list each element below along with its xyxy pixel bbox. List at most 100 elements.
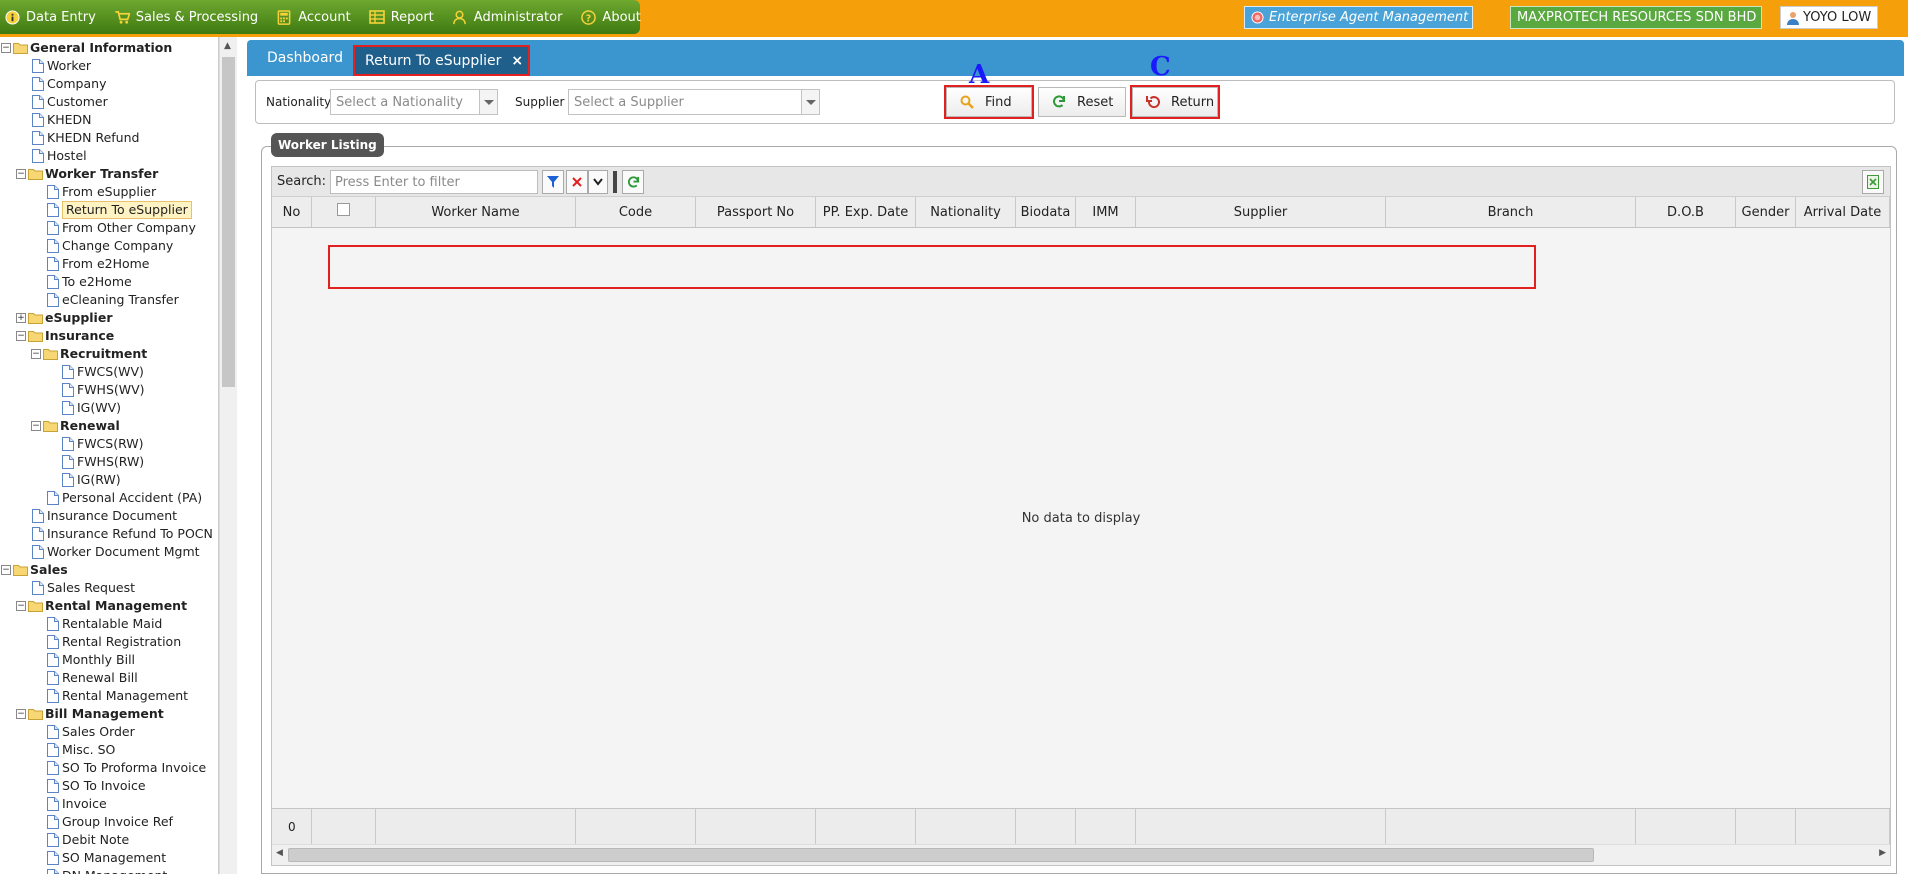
select-all-checkbox[interactable] — [337, 203, 350, 216]
tree-item-esupplier[interactable]: + eSupplier — [0, 309, 218, 327]
tree-item-worker[interactable]: Worker — [0, 57, 218, 75]
filter-icon[interactable] — [542, 170, 564, 194]
column-header[interactable]: Code — [576, 197, 696, 227]
expand-icon[interactable]: + — [16, 313, 26, 323]
tree-item-ecleaning-transfer[interactable]: eCleaning Transfer — [0, 291, 218, 309]
nationality-select[interactable]: Select a Nationality — [330, 89, 498, 115]
tree-item-return-to-esupplier[interactable]: Return To eSupplier — [0, 201, 218, 219]
tree-item-khedn-refund[interactable]: KHEDN Refund — [0, 129, 218, 147]
column-header[interactable]: Arrival Date — [1796, 197, 1890, 227]
column-header[interactable]: Gender — [1736, 197, 1796, 227]
tree-item-recruitment[interactable]: − Recruitment — [0, 345, 218, 363]
tree-item-sales-request[interactable]: Sales Request — [0, 579, 218, 597]
tree-item-worker-transfer[interactable]: − Worker Transfer — [0, 165, 218, 183]
tree-item-insurance-document[interactable]: Insurance Document — [0, 507, 218, 525]
tree-item-ig-wv[interactable]: IG(WV) — [0, 399, 218, 417]
tree-item-fwcs-wv[interactable]: FWCS(WV) — [0, 363, 218, 381]
tree-item-misc-so[interactable]: Misc. SO — [0, 741, 218, 759]
collapse-icon[interactable]: − — [31, 349, 41, 359]
tab-return-to-esupplier[interactable]: Return To eSupplier × — [353, 45, 530, 76]
column-header[interactable]: Nationality — [916, 197, 1016, 227]
column-header[interactable]: IMM — [1076, 197, 1136, 227]
tree-item-rental-registration[interactable]: Rental Registration — [0, 633, 218, 651]
menu-about[interactable]: ? About — [580, 9, 641, 25]
select-all-checkbox-column[interactable] — [312, 197, 376, 227]
user-badge[interactable]: YOYO LOW — [1780, 6, 1878, 29]
tree-item-monthly-bill[interactable]: Monthly Bill — [0, 651, 218, 669]
column-header[interactable]: Branch — [1386, 197, 1636, 227]
tree-item-hostel[interactable]: Hostel — [0, 147, 218, 165]
collapse-icon[interactable]: − — [16, 601, 26, 611]
tree-item-rental-management[interactable]: − Rental Management — [0, 597, 218, 615]
tree-item-rentalable-maid[interactable]: Rentalable Maid — [0, 615, 218, 633]
tree-item-worker-document-mgmt[interactable]: Worker Document Mgmt — [0, 543, 218, 561]
tree-item-so-to-proforma-invoice[interactable]: SO To Proforma Invoice — [0, 759, 218, 777]
tree-item-from-e2home[interactable]: From e2Home — [0, 255, 218, 273]
tree-item-bill-management[interactable]: − Bill Management — [0, 705, 218, 723]
chevron-down-icon[interactable] — [588, 170, 608, 194]
tree-item-company[interactable]: Company — [0, 75, 218, 93]
collapse-icon[interactable]: − — [16, 169, 26, 179]
company-badge[interactable]: MAXPROTECH RESOURCES SDN BHD — [1510, 6, 1762, 29]
menu-data-entry[interactable]: Data Entry — [4, 9, 96, 25]
tree-item-sales[interactable]: − Sales — [0, 561, 218, 579]
tree-item-insurance-refund-to-pocn[interactable]: Insurance Refund To POCN — [0, 525, 218, 543]
collapse-icon[interactable]: − — [31, 421, 41, 431]
collapse-icon[interactable]: − — [1, 43, 11, 53]
tree-item-from-other-company[interactable]: From Other Company — [0, 219, 218, 237]
tree-item-renewal[interactable]: − Renewal — [0, 417, 218, 435]
tree-item-fwhs-rw[interactable]: FWHS(RW) — [0, 453, 218, 471]
tab-dashboard[interactable]: Dashboard — [267, 50, 343, 66]
column-header[interactable]: No — [272, 197, 312, 227]
return-button[interactable]: Return — [1130, 85, 1220, 119]
tree-scroll-thumb[interactable] — [222, 57, 235, 387]
search-input[interactable] — [330, 170, 538, 194]
tree-item-general-information[interactable]: − General Information — [0, 39, 218, 57]
refresh-icon[interactable] — [622, 170, 644, 194]
tree-item-fwcs-rw[interactable]: FWCS(RW) — [0, 435, 218, 453]
menu-administrator[interactable]: Administrator — [452, 9, 562, 25]
export-excel-icon[interactable] — [1862, 170, 1884, 194]
column-header[interactable]: Worker Name — [376, 197, 576, 227]
tree-item-ig-rw[interactable]: IG(RW) — [0, 471, 218, 489]
reset-button[interactable]: Reset — [1038, 87, 1126, 117]
tree-item-khedn[interactable]: KHEDN — [0, 111, 218, 129]
tree-item-insurance[interactable]: − Insurance — [0, 327, 218, 345]
tree-item-fwhs-wv[interactable]: FWHS(WV) — [0, 381, 218, 399]
tree-item-change-company[interactable]: Change Company — [0, 237, 218, 255]
chevron-down-icon[interactable] — [479, 90, 497, 114]
chevron-down-icon[interactable] — [801, 90, 819, 114]
tree-item-sales-order[interactable]: Sales Order — [0, 723, 218, 741]
tree-scrollbar[interactable]: ▲ — [219, 37, 237, 874]
menu-report[interactable]: Report — [368, 9, 434, 25]
collapse-icon[interactable]: − — [16, 331, 26, 341]
tree-item-rental-management[interactable]: Rental Management — [0, 687, 218, 705]
grid-scroll-thumb[interactable] — [288, 848, 1594, 862]
menu-sales-processing[interactable]: Sales & Processing — [114, 9, 258, 25]
collapse-icon[interactable]: − — [16, 709, 26, 719]
column-header[interactable]: D.O.B — [1636, 197, 1736, 227]
scroll-up-icon[interactable]: ▲ — [224, 41, 231, 51]
grid-horizontal-scrollbar[interactable]: ◀ ▶ — [272, 844, 1890, 865]
clear-filter-icon[interactable] — [566, 170, 588, 194]
menu-account[interactable]: Account — [276, 9, 351, 25]
tree-item-personal-accident-pa[interactable]: Personal Accident (PA) — [0, 489, 218, 507]
column-header[interactable]: PP. Exp. Date — [816, 197, 916, 227]
find-button[interactable]: Find — [944, 85, 1034, 119]
module-badge[interactable]: Enterprise Agent Management — [1244, 6, 1473, 29]
tree-item-invoice[interactable]: Invoice — [0, 795, 218, 813]
supplier-select[interactable]: Select a Supplier — [568, 89, 820, 115]
scroll-right-icon[interactable]: ▶ — [1879, 848, 1886, 858]
column-header[interactable]: Supplier — [1136, 197, 1386, 227]
tree-item-customer[interactable]: Customer — [0, 93, 218, 111]
collapse-icon[interactable]: − — [1, 565, 11, 575]
tree-item-so-management[interactable]: SO Management — [0, 849, 218, 867]
scroll-left-icon[interactable]: ◀ — [276, 848, 283, 858]
tree-item-renewal-bill[interactable]: Renewal Bill — [0, 669, 218, 687]
column-header[interactable]: Passport No — [696, 197, 816, 227]
tree-item-debit-note[interactable]: Debit Note — [0, 831, 218, 849]
column-header[interactable]: Biodata — [1016, 197, 1076, 227]
tree-item-group-invoice-ref[interactable]: Group Invoice Ref — [0, 813, 218, 831]
tree-item-so-to-invoice[interactable]: SO To Invoice — [0, 777, 218, 795]
tree-item-dn-management[interactable]: DN Management — [0, 867, 218, 874]
